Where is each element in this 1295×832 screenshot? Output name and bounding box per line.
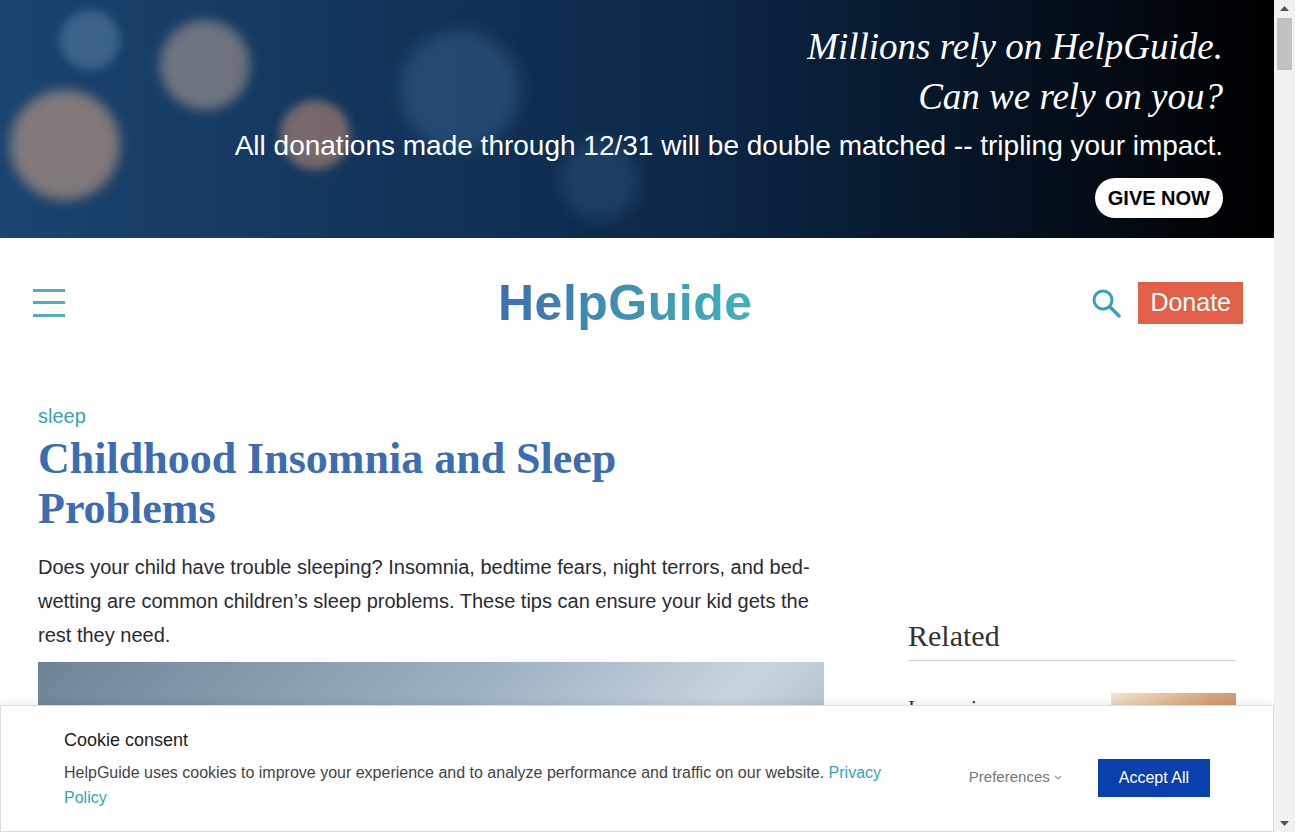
- related-heading: Related: [908, 618, 1236, 661]
- cookie-text: HelpGuide uses cookies to improve your e…: [64, 764, 824, 781]
- give-now-button[interactable]: GIVE NOW: [1095, 178, 1223, 218]
- menu-icon[interactable]: [33, 288, 65, 318]
- scroll-up-icon[interactable]: [1274, 0, 1295, 16]
- article-title: Childhood Insomnia and Sleep Problems: [38, 434, 698, 534]
- scrollbar[interactable]: [1274, 0, 1295, 832]
- preferences-button[interactable]: Preferences: [969, 766, 1062, 789]
- preferences-label: Preferences: [969, 766, 1050, 789]
- chevron-down-icon: [1054, 775, 1062, 781]
- scroll-down-icon[interactable]: [1274, 816, 1295, 832]
- accept-all-button[interactable]: Accept All: [1098, 759, 1210, 797]
- site-header: HelpGuide Donate: [0, 238, 1274, 368]
- search-icon[interactable]: [1090, 287, 1122, 319]
- article-intro: Does your child have trouble sleeping? I…: [38, 550, 824, 652]
- donation-banner[interactable]: Millions rely on HelpGuide. Can we rely …: [0, 0, 1274, 238]
- logo[interactable]: HelpGuide: [498, 268, 753, 338]
- page: Millions rely on HelpGuide. Can we rely …: [0, 0, 1274, 832]
- banner-headline: Millions rely on HelpGuide.: [807, 22, 1223, 72]
- donate-button[interactable]: Donate: [1138, 282, 1243, 324]
- cookie-title: Cookie consent: [64, 728, 914, 752]
- banner-subtext: All donations made through 12/31 will be…: [235, 126, 1223, 166]
- banner-headline: Can we rely on you?: [918, 72, 1223, 122]
- category-link[interactable]: sleep: [38, 404, 824, 428]
- scrollbar-thumb[interactable]: [1277, 18, 1292, 70]
- cookie-banner: Cookie consent HelpGuide uses cookies to…: [0, 705, 1274, 832]
